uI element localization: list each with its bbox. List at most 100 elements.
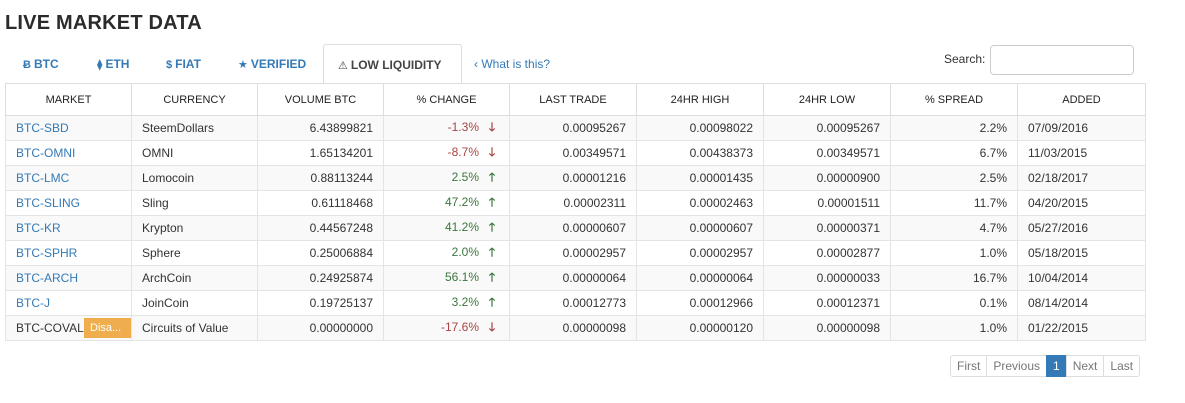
- cell-added: 05/18/2015: [1017, 240, 1146, 266]
- change-value: -17.6%: [440, 319, 479, 334]
- column-header-volume[interactable]: VOLUME BTC: [257, 83, 384, 116]
- column-header-24hr-high[interactable]: 24HR HIGH: [636, 83, 764, 116]
- market-link[interactable]: BTC-KR: [16, 221, 61, 235]
- table-row[interactable]: BTC-SBD SteemDollars 6.43899821 -1.3% 🡓 0.000…: [5, 115, 1146, 141]
- cell-change: -8.7% 🡓: [383, 140, 510, 166]
- what-is-this-link[interactable]: ‹ What is this?: [474, 44, 550, 84]
- cell-24hr-low: 0.00000900: [763, 165, 891, 191]
- tab-label: LOW LIQUIDITY: [350, 58, 442, 72]
- cell-24hr-low: 0.00012371: [763, 290, 891, 316]
- column-header-last-trade[interactable]: LAST TRADE: [509, 83, 637, 116]
- tab-fiat[interactable]: $ FIAT: [152, 44, 215, 84]
- cell-change: 56.1% 🡑: [383, 265, 510, 291]
- cell-last-trade: 0.00095267: [509, 115, 637, 141]
- cell-24hr-high: 0.00098022: [636, 115, 764, 141]
- cell-currency: SteemDollars: [131, 115, 258, 141]
- market-link[interactable]: BTC-SLING: [16, 196, 80, 210]
- cell-market: BTC-SBD: [5, 115, 132, 141]
- table-row[interactable]: BTC-J JoinCoin 0.19725137 3.2% 🡑 0.00012773 0.…: [5, 290, 1146, 316]
- cell-last-trade: 0.00000607: [509, 215, 637, 241]
- cell-spread: 6.7%: [890, 140, 1018, 166]
- cell-24hr-high: 0.00000607: [636, 215, 764, 241]
- column-header-spread[interactable]: % SPREAD: [890, 83, 1018, 116]
- cell-24hr-high: 0.00000064: [636, 265, 764, 291]
- arrow-up-icon: 🡑: [488, 194, 496, 209]
- cell-market: BTC-ARCH: [5, 265, 132, 291]
- cell-currency: Sling: [131, 190, 258, 216]
- cell-24hr-low: 0.00001511: [763, 190, 891, 216]
- arrow-up-icon: 🡑: [488, 269, 496, 284]
- arrow-up-icon: 🡑: [488, 244, 496, 259]
- cell-volume: 0.44567248: [257, 215, 384, 241]
- change-value: 3.2%: [451, 294, 479, 309]
- cell-24hr-low: 0.00349571: [763, 140, 891, 166]
- table-row[interactable]: BTC-SLING Sling 0.61118468 47.2% 🡑 0.00002311…: [5, 190, 1146, 216]
- column-header-change[interactable]: % CHANGE: [383, 83, 510, 116]
- cell-added: 05/27/2016: [1017, 215, 1146, 241]
- cell-last-trade: 0.00000064: [509, 265, 637, 291]
- cell-change: 3.2% 🡑: [383, 290, 510, 316]
- cell-market: BTC-OMNI: [5, 140, 132, 166]
- tab-label: VERIFIED: [250, 57, 307, 71]
- table-row[interactable]: BTC-SPHR Sphere 0.25006884 2.0% 🡑 0.00002957 0…: [5, 240, 1146, 266]
- cell-spread: 0.1%: [890, 290, 1018, 316]
- bitcoin-icon: Ƀ: [23, 59, 31, 71]
- tab-low-liquidity[interactable]: ⚠ LOW LIQUIDITY: [323, 44, 462, 85]
- market-name: BTC-COVAL: [16, 321, 84, 335]
- what-is-this-label: What is this?: [481, 57, 551, 71]
- market-link[interactable]: BTC-OMNI: [16, 146, 75, 160]
- page-next[interactable]: Next: [1065, 355, 1105, 377]
- search-input[interactable]: [990, 45, 1134, 75]
- cell-spread: 1.0%: [890, 315, 1018, 341]
- cell-change: 2.5% 🡑: [383, 165, 510, 191]
- market-link[interactable]: BTC-ARCH: [16, 271, 78, 285]
- market-link[interactable]: BTC-SBD: [16, 121, 69, 135]
- cell-spread: 2.2%: [890, 115, 1018, 141]
- cell-24hr-high: 0.00000120: [636, 315, 764, 341]
- page-previous[interactable]: Previous: [986, 355, 1048, 377]
- change-value: 2.0%: [451, 244, 479, 259]
- change-value: -8.7%: [447, 144, 479, 159]
- market-link[interactable]: BTC-J: [16, 296, 50, 310]
- cell-spread: 1.0%: [890, 240, 1018, 266]
- cell-24hr-low: 0.00095267: [763, 115, 891, 141]
- tab-eth[interactable]: ⧫ ETH: [83, 44, 143, 84]
- column-header-currency[interactable]: CURRENCY: [131, 83, 258, 116]
- cell-last-trade: 0.00002957: [509, 240, 637, 266]
- table-row[interactable]: BTC-OMNI OMNI 1.65134201 -8.7% 🡓 0.00349571 0.…: [5, 140, 1146, 166]
- cell-market: BTC-SLING: [5, 190, 132, 216]
- table-row[interactable]: BTC-LMC Lomocoin 0.88113244 2.5% 🡑 0.00001216…: [5, 165, 1146, 191]
- cell-volume: 0.88113244: [257, 165, 384, 191]
- cell-currency: Circuits of Value: [131, 315, 258, 341]
- column-header-added[interactable]: ADDED: [1017, 83, 1146, 116]
- arrow-up-icon: 🡑: [488, 294, 496, 309]
- page-title: LIVE MARKET DATA: [5, 12, 202, 34]
- table-row[interactable]: BTC-KR Krypton 0.44567248 41.2% 🡑 0.00000607 0…: [5, 215, 1146, 241]
- arrow-down-icon: 🡓: [488, 119, 496, 134]
- table-row[interactable]: BTC-COVAL Disa... Circuits of Value 0.00000…: [5, 315, 1146, 341]
- star-icon: ★: [238, 59, 248, 71]
- market-link[interactable]: BTC-SPHR: [16, 246, 77, 260]
- cell-market: BTC-J: [5, 290, 132, 316]
- cell-spread: 11.7%: [890, 190, 1018, 216]
- column-header-market[interactable]: MARKET: [5, 83, 132, 116]
- tab-verified[interactable]: ★ VERIFIED: [224, 44, 320, 84]
- cell-volume: 0.61118468: [257, 190, 384, 216]
- cell-added: 07/09/2016: [1017, 115, 1146, 141]
- tab-label: FIAT: [175, 57, 201, 71]
- page-last[interactable]: Last: [1103, 355, 1141, 377]
- warning-icon: ⚠: [338, 60, 348, 72]
- cell-market: BTC-SPHR: [5, 240, 132, 266]
- page-1[interactable]: 1: [1046, 355, 1067, 377]
- cell-24hr-low: 0.00002877: [763, 240, 891, 266]
- market-link[interactable]: BTC-LMC: [16, 171, 69, 185]
- market-table: MARKET CURRENCY VOLUME BTC % CHANGE LAST…: [5, 83, 1146, 341]
- table-row[interactable]: BTC-ARCH ArchCoin 0.24925874 56.1% 🡑 0.000000…: [5, 265, 1146, 291]
- tab-btc[interactable]: Ƀ BTC: [9, 44, 73, 84]
- cell-24hr-low: 0.00000033: [763, 265, 891, 291]
- cell-last-trade: 0.00012773: [509, 290, 637, 316]
- column-header-24hr-low[interactable]: 24HR LOW: [763, 83, 891, 116]
- ethereum-icon: ⧫: [97, 59, 103, 71]
- page-first[interactable]: First: [950, 355, 988, 377]
- cell-24hr-high: 0.00012966: [636, 290, 764, 316]
